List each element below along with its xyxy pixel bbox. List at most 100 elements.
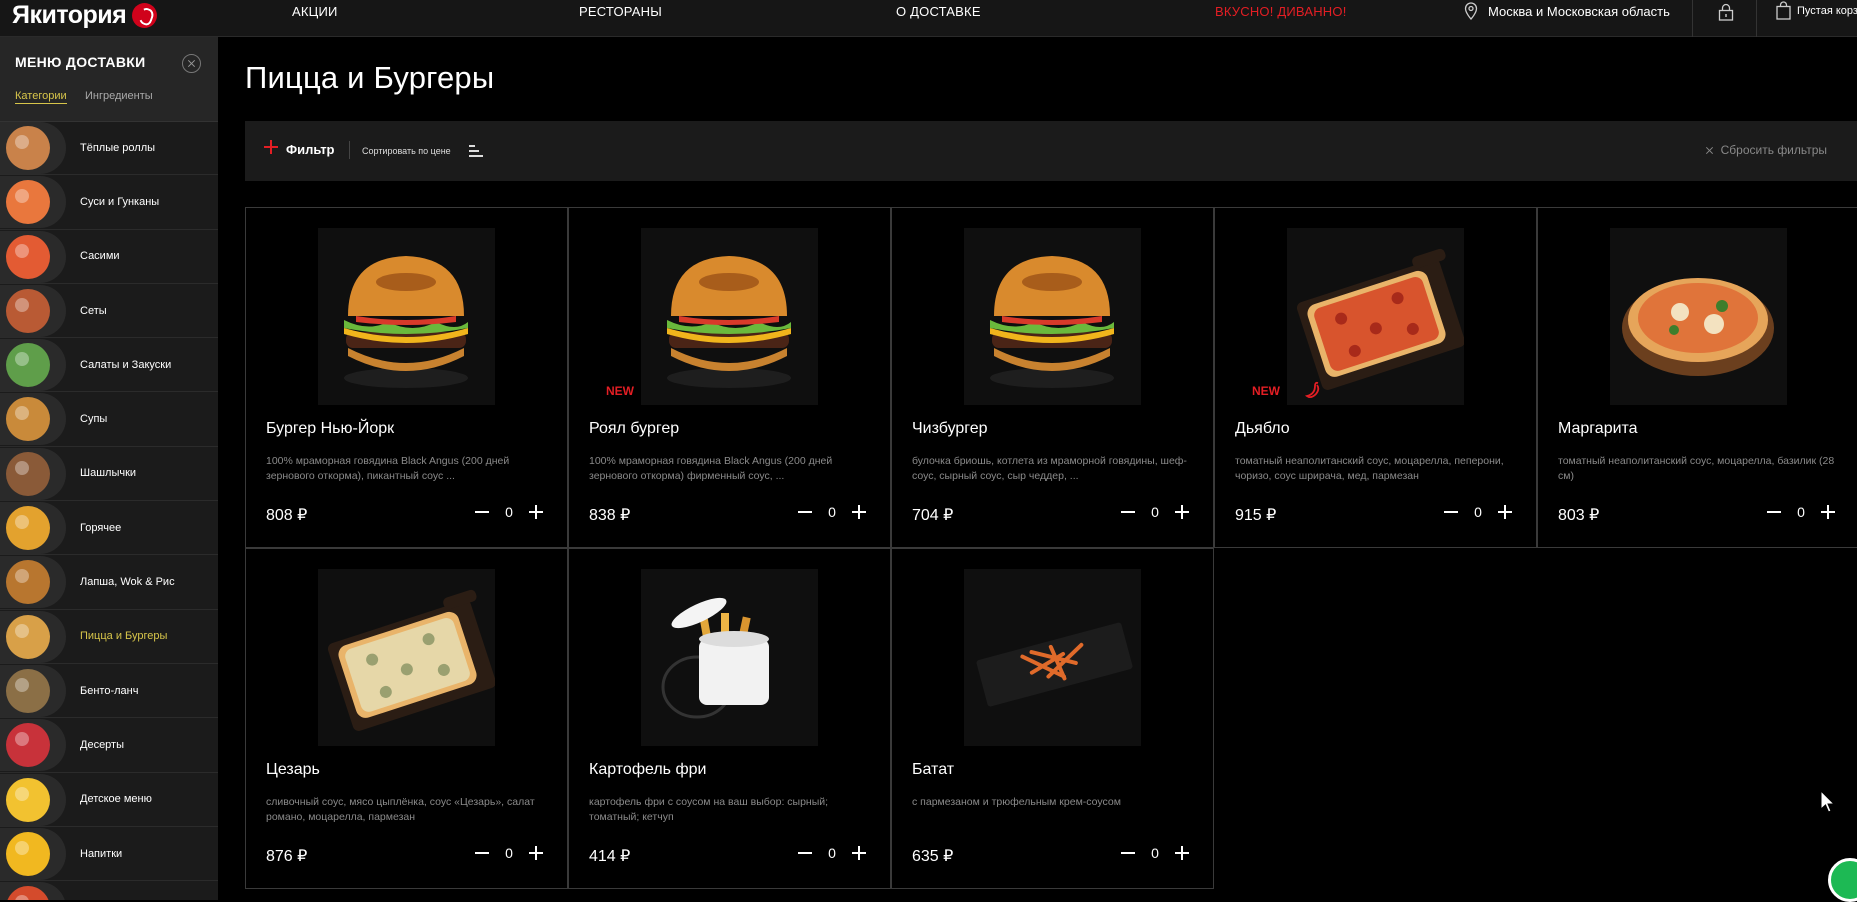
top-header: Якитория АКЦИИ РЕСТОРАНЫ О ДОСТАВКЕ ВКУС…: [0, 0, 1857, 37]
sidebar-item-skewers[interactable]: Шашлычки: [0, 447, 218, 502]
category-list: Тёплые роллы Суси и Гунканы Сасими Сеты …: [0, 121, 218, 900]
nav-promotions[interactable]: АКЦИИ: [292, 4, 338, 19]
sidebar-item-bento[interactable]: Бенто-ланч: [0, 664, 218, 719]
product-name[interactable]: Роял бургер: [589, 420, 679, 438]
quantity-value: 0: [828, 504, 836, 520]
skewers-icon: [0, 447, 66, 500]
lock-icon[interactable]: [1718, 3, 1734, 21]
filter-button[interactable]: Фильтр: [286, 142, 335, 157]
close-icon[interactable]: [182, 54, 201, 73]
plus-icon[interactable]: [263, 139, 279, 155]
dessert-icon: [0, 719, 66, 772]
sidebar-item-label: Тёплые роллы: [80, 141, 156, 154]
product-description: булочка бриошь, котлета из мраморной гов…: [912, 455, 1187, 482]
product-name[interactable]: Батат: [912, 761, 954, 779]
product-image[interactable]: [964, 569, 1141, 746]
increase-quantity-button[interactable]: [1498, 505, 1512, 519]
sidebar-item-pizza[interactable]: Пицца и Бургеры: [0, 610, 218, 664]
quantity-stepper: 0: [475, 845, 543, 861]
quantity-stepper: 0: [1121, 845, 1189, 861]
product-description: картофель фри с соусом на ваш выбор: сыр…: [589, 796, 829, 823]
product-image[interactable]: [1287, 228, 1464, 405]
increase-quantity-button[interactable]: [529, 846, 543, 860]
product-image[interactable]: [1610, 228, 1787, 405]
increase-quantity-button[interactable]: [852, 846, 866, 860]
sidebar-item-warm-rolls[interactable]: Тёплые роллы: [0, 121, 218, 176]
decrease-quantity-button[interactable]: [798, 505, 812, 519]
filter-bar: Фильтр Сортировать по цене Сбросить филь…: [245, 121, 1857, 181]
product-name[interactable]: Цезарь: [266, 761, 320, 779]
reset-filters-label: Сбросить фильтры: [1720, 143, 1827, 157]
nav-promo-sofa[interactable]: ВКУСНО! ДИВАННО!: [1215, 4, 1347, 19]
increase-quantity-button[interactable]: [1175, 505, 1189, 519]
nav-restaurants[interactable]: РЕСТОРАНЫ: [579, 4, 662, 19]
decrease-quantity-button[interactable]: [475, 505, 489, 519]
product-name[interactable]: Картофель фри: [589, 761, 706, 779]
sidebar-item-hot-dishes[interactable]: Горячее: [0, 501, 218, 556]
product-image[interactable]: [641, 569, 818, 746]
sidebar-item-sets[interactable]: Сеты: [0, 284, 218, 339]
product-name[interactable]: Бургер Нью-Йорк: [266, 420, 394, 438]
decrease-quantity-button[interactable]: [1121, 846, 1135, 860]
mouse-cursor-icon: [1820, 790, 1836, 813]
sidebar-item-salad[interactable]: Салаты и Закуски: [0, 338, 218, 393]
product-description: 100% мраморная говядина Black Angus (200…: [589, 455, 833, 482]
product-name[interactable]: Чизбургер: [912, 420, 988, 438]
location-pin-icon: [1464, 2, 1478, 20]
product-card[interactable]: Бургер Нью-Йорк 100% мраморная говядина …: [245, 207, 568, 548]
product-image[interactable]: [641, 228, 818, 405]
product-card[interactable]: NEW Дьябло томатный неаполитанский соус,…: [1214, 207, 1537, 548]
sidebar-item-label: Шашлычки: [80, 467, 137, 480]
quantity-value: 0: [828, 845, 836, 861]
sidebar-item-soup[interactable]: Супы: [0, 392, 218, 447]
decrease-quantity-button[interactable]: [1444, 505, 1458, 519]
decrease-quantity-button[interactable]: [798, 846, 812, 860]
increase-quantity-button[interactable]: [1821, 505, 1835, 519]
product-card[interactable]: Цезарь сливочный соус, мясо цыплёнка, со…: [245, 548, 568, 889]
sidebar-item-noodles[interactable]: Лапша, Wok & Рис: [0, 555, 218, 610]
tab-categories[interactable]: Категории: [15, 90, 67, 104]
site-logo[interactable]: Якитория: [12, 0, 158, 30]
sidebar-item-sushi[interactable]: Суси и Гунканы: [0, 175, 218, 230]
shopping-bag-icon: [1776, 1, 1791, 20]
sidebar-item-sashimi[interactable]: Сасими: [0, 230, 218, 284]
decrease-quantity-button[interactable]: [1121, 505, 1135, 519]
sidebar-item-drinks[interactable]: Напитки: [0, 827, 218, 882]
product-description: томатный неаполитанский соус, моцарелла,…: [1558, 455, 1835, 482]
sets-icon: [0, 284, 66, 337]
increase-quantity-button[interactable]: [1175, 846, 1189, 860]
decrease-quantity-button[interactable]: [1767, 505, 1781, 519]
reset-filters-button[interactable]: Сбросить фильтры: [1705, 143, 1827, 157]
product-image[interactable]: [318, 228, 495, 405]
nav-delivery-info[interactable]: О ДОСТАВКЕ: [896, 4, 981, 19]
sidebar-item-label: Лапша, Wok & Рис: [80, 576, 175, 589]
product-card[interactable]: Маргарита томатный неаполитанский соус, …: [1537, 207, 1857, 548]
product-name[interactable]: Маргарита: [1558, 420, 1638, 438]
drinks-icon: [0, 827, 66, 880]
quantity-stepper: 0: [798, 845, 866, 861]
product-price: 414 ₽: [589, 848, 631, 865]
logo-mark-icon: [132, 2, 158, 28]
increase-quantity-button[interactable]: [852, 505, 866, 519]
new-badge: NEW: [606, 384, 634, 398]
sort-by-price-button[interactable]: Сортировать по цене: [362, 146, 451, 156]
product-card[interactable]: NEW Роял бургер 100% мраморная говядина …: [568, 207, 891, 548]
sort-icon[interactable]: [469, 145, 483, 157]
product-image[interactable]: [964, 228, 1141, 405]
tab-ingredients[interactable]: Ингредиенты: [85, 90, 153, 102]
kids-icon: [0, 773, 66, 826]
header-divider: [1756, 0, 1757, 37]
location-selector[interactable]: Москва и Московская область: [1464, 2, 1670, 20]
sidebar-item-kids[interactable]: Детское меню: [0, 773, 218, 827]
decrease-quantity-button[interactable]: [475, 846, 489, 860]
sidebar-item-dessert[interactable]: Десерты: [0, 718, 218, 773]
product-card[interactable]: Чизбургер булочка бриошь, котлета из мра…: [891, 207, 1214, 548]
sidebar-item-label: Сасими: [80, 250, 120, 263]
product-card[interactable]: Батат с пармезаном и трюфельным крем-соу…: [891, 548, 1214, 889]
product-card[interactable]: Картофель фри картофель фри с соусом на …: [568, 548, 891, 889]
sidebar-item-sauces[interactable]: Соусы: [0, 881, 218, 900]
product-name[interactable]: Дьябло: [1235, 420, 1290, 438]
cart-button[interactable]: Пустая корзина: [1776, 1, 1857, 20]
product-image[interactable]: [318, 569, 495, 746]
increase-quantity-button[interactable]: [529, 505, 543, 519]
